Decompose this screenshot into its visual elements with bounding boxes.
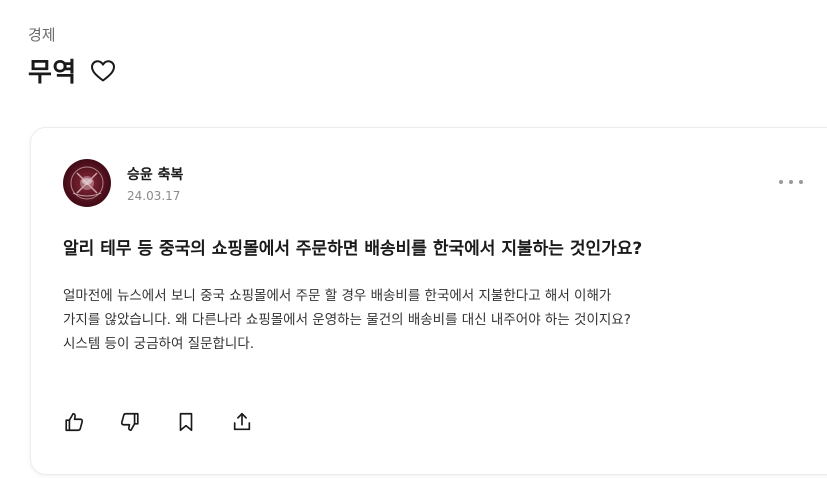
more-dot xyxy=(799,180,803,184)
author-name[interactable]: 승윤 축복 xyxy=(127,164,183,184)
post-question-title: 알리 테무 등 중국의 쇼핑몰에서 주문하면 배송비를 한국에서 지불하는 것인… xyxy=(63,239,643,259)
more-dot xyxy=(789,180,793,184)
more-dot xyxy=(779,180,783,184)
post-body-line: 얼마전에 뉴스에서 보니 중국 쇼핑몰에서 주문 할 경우 배송비를 한국에서 … xyxy=(63,288,612,304)
share-icon[interactable] xyxy=(231,411,253,433)
heart-outline-icon[interactable] xyxy=(89,57,117,85)
post-body: 얼마전에 뉴스에서 보니 중국 쇼핑몰에서 주문 할 경우 배송비를 한국에서 … xyxy=(63,284,753,356)
page-title: 무역 xyxy=(28,58,77,88)
action-bar xyxy=(63,411,253,433)
page-header: 무역 xyxy=(28,52,117,89)
avatar[interactable] xyxy=(63,159,111,207)
post-date: 24.03.17 xyxy=(127,189,181,203)
post-body-line: 가지를 않았습니다. 왜 다른나라 쇼핑몰에서 운영하는 물건의 배송비를 대신… xyxy=(63,312,631,328)
category-label: 경제 xyxy=(28,26,56,44)
thumbs-up-icon[interactable] xyxy=(63,411,85,433)
bookmark-icon[interactable] xyxy=(175,411,197,433)
post-card: 승윤 축복 24.03.17 알리 테무 등 중국의 쇼핑몰에서 주문하면 배송… xyxy=(30,127,827,475)
thumbs-down-icon[interactable] xyxy=(119,411,141,433)
more-horizontal-icon[interactable] xyxy=(779,174,803,190)
post-body-line: 시스템 등이 궁금하여 질문합니다. xyxy=(63,336,255,352)
